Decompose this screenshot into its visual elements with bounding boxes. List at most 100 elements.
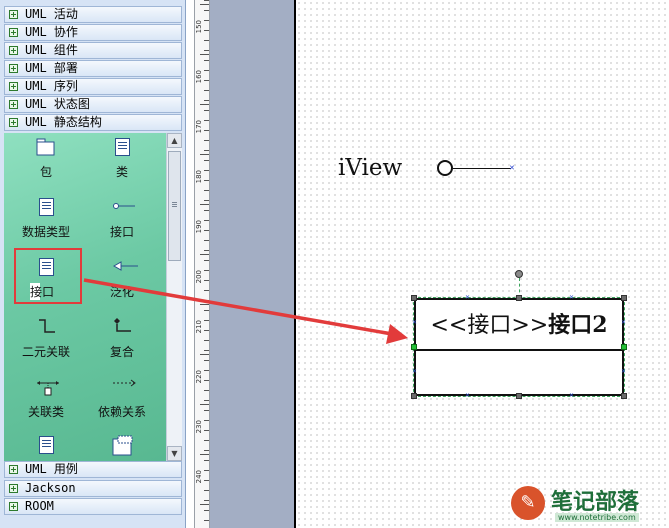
connection-point[interactable]: ✕ [569,393,574,399]
shape-label: 包 [39,165,52,179]
category-uml-component[interactable]: UML 组件 [4,42,182,59]
category-label: UML 部署 [25,61,78,75]
expand-icon [9,118,18,127]
expand-icon [9,484,18,493]
interface-icon [112,197,135,217]
rotation-handle[interactable] [515,270,523,278]
resize-handle-sw[interactable] [411,393,417,399]
connection-point[interactable]: ✕ [621,320,626,326]
connection-point[interactable]: ✕ [569,295,574,301]
connection-point[interactable]: ✕ [412,320,417,326]
resize-handle-w[interactable] [411,344,417,350]
category-uml-usecase[interactable]: UML 用例 [4,461,182,478]
shape-binary-association[interactable]: 二元关联 [10,315,82,371]
expand-icon [9,502,18,511]
ruler-label: 210 [195,320,203,334]
selection-outline [413,297,625,397]
shape-parameterized-class[interactable] [86,433,158,461]
ruler-label: 240 [195,470,203,484]
ruler-label: 230 [195,420,203,434]
scroll-up-button[interactable]: ▲ [167,133,182,148]
shape-interface[interactable]: 接口 [86,195,158,251]
expand-icon [9,10,18,19]
category-uml-statechart[interactable]: UML 状态图 [4,96,182,113]
shape-package[interactable]: 包 [10,135,82,191]
shape-dependency[interactable]: 依赖关系 [86,375,158,431]
category-label: UML 活动 [25,7,78,21]
grip-icon [172,202,177,208]
category-jackson[interactable]: Jackson [4,480,182,497]
watermark-logo-icon: ✎ [511,486,545,520]
expand-icon [9,46,18,55]
category-label: ROOM [25,499,54,513]
shape-datatype[interactable]: 数据类型 [10,195,82,251]
expand-icon [9,28,18,37]
class-icon [112,137,132,157]
shape-label: 泛化 [109,285,134,299]
scroll-thumb[interactable] [168,151,181,261]
category-room[interactable]: ROOM [4,498,182,515]
resize-handle-se[interactable] [621,393,627,399]
connection-point[interactable]: ✕ [465,295,470,301]
package-icon [36,137,56,157]
connection-point[interactable]: ✕ [412,369,417,375]
ruler-label: 200 [195,270,203,284]
datatype-icon [36,197,56,217]
expand-icon [9,100,18,109]
dependency-icon [112,377,136,397]
shape-label: 类 [115,165,128,179]
ruler-label: 190 [195,220,203,234]
category-uml-sequence[interactable]: UML 序列 [4,78,182,95]
resize-handle-e[interactable] [621,344,627,350]
shape-class-extra[interactable] [10,433,82,461]
resize-handle-nw[interactable] [411,295,417,301]
vertical-ruler: 150 160 170 180 190 200 210 220 230 240 [194,0,210,528]
shape-label: 关联类 [27,405,64,419]
connector-endpoint[interactable]: ✕ [509,165,515,172]
expand-icon [9,64,18,73]
shape-association-class[interactable]: 关联类 [10,375,82,431]
category-label: UML 静态结构 [25,115,102,129]
palette-scrollbar[interactable]: ▲ ▼ [166,133,182,461]
watermark: ✎ 笔记部落 www.notetribe.com [505,482,669,528]
watermark-url: www.notetribe.com [555,513,639,522]
parameterized-class-icon [112,435,133,456]
category-label: Jackson [25,481,76,495]
class-icon [36,435,56,455]
category-label: UML 组件 [25,43,78,57]
ruler-label: 160 [195,70,203,84]
expand-icon [9,465,18,474]
drawing-canvas[interactable] [296,0,669,528]
generalization-icon [112,257,138,277]
resize-handle-ne[interactable] [621,295,627,301]
ruler-label: 170 [195,120,203,134]
shape-generalization[interactable]: 泛化 [86,255,158,311]
category-uml-static-structure[interactable]: UML 静态结构 [4,114,182,131]
interface-connector-line[interactable] [453,168,511,169]
category-uml-deployment[interactable]: UML 部署 [4,60,182,77]
resize-handle-s[interactable] [516,393,522,399]
shape-label: 依赖关系 [97,405,146,419]
category-label: UML 协作 [25,25,78,39]
connection-point[interactable]: ✕ [465,393,470,399]
category-uml-collaboration[interactable]: UML 协作 [4,24,182,41]
resize-handle-n[interactable] [516,295,522,301]
interface-label[interactable]: iView [338,155,402,181]
connection-point[interactable]: ✕ [621,369,626,375]
shape-label: 数据类型 [21,225,70,239]
interface-lollipop[interactable] [437,160,453,176]
stencil-panel: UML 活动 UML 协作 UML 组件 UML 部署 UML 序列 UML 状… [0,0,186,528]
scroll-down-button[interactable]: ▼ [167,446,182,461]
page-gutter [210,0,294,528]
category-uml-activity[interactable]: UML 活动 [4,6,182,23]
category-label: UML 序列 [25,79,78,93]
annotation-highlight-box [14,248,82,304]
shape-label: 接口 [109,225,134,239]
association-class-icon [36,377,59,397]
composition-icon [112,317,132,337]
shape-class[interactable]: 类 [86,135,158,191]
shape-label: 二元关联 [21,345,70,359]
shape-composition[interactable]: 复合 [86,315,158,371]
category-label: UML 用例 [25,462,78,476]
expand-icon [9,82,18,91]
